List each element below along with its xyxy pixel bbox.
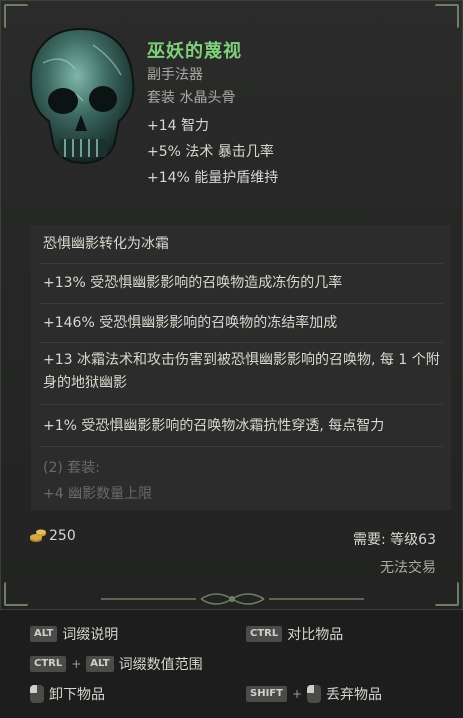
affix-line: +13% 受恐惧幽影影响的召唤物造成冻伤的几率 [43, 275, 343, 291]
item-tooltip: 巫妖的蔑视 副手法器 套装 水晶头骨 +14 智力 +5% 法术 暴击几率 +1… [0, 0, 463, 610]
hotkey-affix-info[interactable]: ALT 词缀说明 [30, 624, 118, 644]
gold-value: 250 [49, 528, 76, 544]
base-stat: +14 智力 [147, 118, 209, 134]
ctrl-key: CTRL [246, 626, 283, 642]
item-type: 副手法器 [147, 67, 203, 83]
divider [39, 342, 443, 343]
item-set: 套装 水晶头骨 [147, 90, 236, 106]
affix-line: +146% 受恐惧幽影影响的召唤物的冻结率加成 [43, 315, 338, 331]
divider [39, 446, 443, 447]
corner-ornament [435, 582, 459, 606]
left-mouse-icon [30, 685, 44, 703]
divider [39, 263, 443, 264]
hotkey-drop[interactable]: SHIFT + 丢弃物品 [246, 684, 382, 704]
affix-line: +1% 受恐惧幽影影响的召唤物冰霜抗性穿透, 每点智力 [43, 418, 385, 434]
shift-key: SHIFT [246, 686, 287, 702]
corner-ornament [4, 582, 28, 606]
requirement-level: 63 [418, 532, 436, 548]
hotkey-label: 词缀数值范围 [118, 657, 203, 673]
item-name: 巫妖的蔑视 [147, 41, 242, 62]
bottom-ornament [101, 589, 364, 609]
hotkey-unequip[interactable]: 卸下物品 [30, 684, 105, 704]
hotkey-label: 对比物品 [287, 627, 344, 643]
gold-coin-icon [29, 527, 47, 545]
divider [39, 404, 443, 405]
set-bonus-line: +4 幽影数量上限 [43, 486, 153, 502]
alt-key: ALT [30, 626, 58, 642]
alt-key: ALT [86, 656, 114, 672]
plus-sign: + [71, 657, 82, 671]
hotkey-compare[interactable]: CTRL 对比物品 [246, 624, 343, 644]
hotkey-label: 词缀说明 [62, 627, 119, 643]
base-stat: +5% 法术 暴击几率 [147, 144, 274, 160]
affix-line: 恐惧幽影转化为冰霜 [43, 236, 169, 252]
base-stat: +14% 能量护盾维持 [147, 170, 279, 186]
ctrl-key: CTRL [30, 656, 67, 672]
set-bonus-header: (2) 套装: [43, 460, 100, 476]
crystal-skull-icon [23, 23, 141, 173]
hotkey-affix-ranges[interactable]: CTRL + ALT 词缀数值范围 [30, 654, 203, 674]
hotkey-label: 丢弃物品 [326, 687, 383, 703]
plus-sign: + [291, 687, 303, 701]
requirement-label: 需要: 等级 [353, 532, 419, 548]
hotkey-bar: ALT 词缀说明 CTRL 对比物品 CTRL + ALT 词缀数值范围 卸下物… [0, 610, 463, 718]
affix-line: +13 冰霜法术和攻击伤害到被恐惧幽影影响的召唤物, 每 1 个附身的地狱幽影 [43, 352, 440, 391]
divider [39, 303, 443, 304]
corner-ornament [435, 4, 459, 28]
hotkey-label: 卸下物品 [49, 687, 105, 703]
left-mouse-icon [307, 685, 322, 703]
level-requirement: 需要: 等级63 [353, 529, 436, 549]
affix-panel: 恐惧幽影转化为冰霜 +13% 受恐惧幽影影响的召唤物造成冻伤的几率 +146% … [31, 225, 451, 510]
trade-status: 无法交易 [380, 560, 436, 576]
